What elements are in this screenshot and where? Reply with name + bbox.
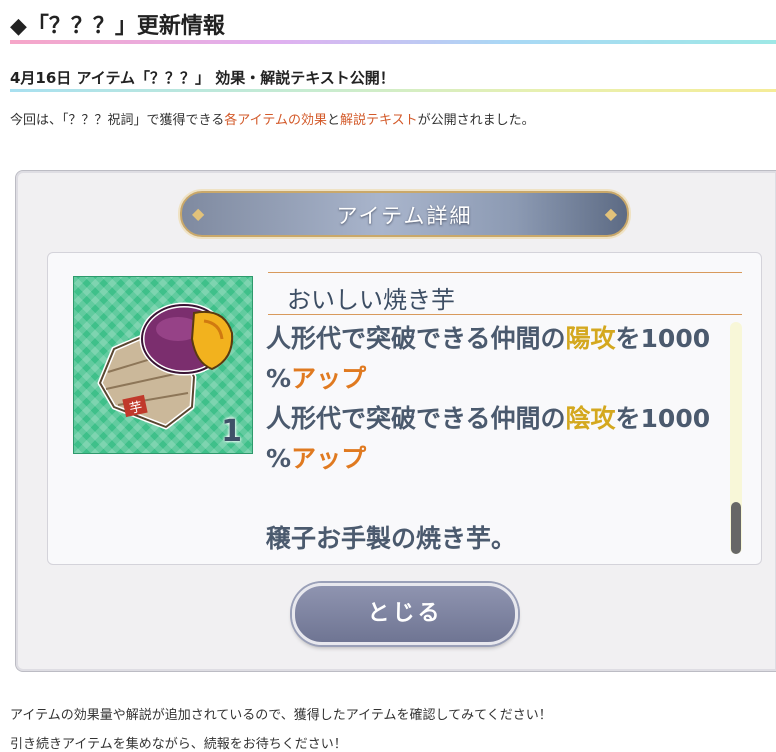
effect2-suffix: を1000 (615, 404, 711, 433)
banner-title: アイテム詳細 (336, 204, 473, 228)
scrollbar-thumb[interactable] (731, 502, 741, 554)
name-divider-top (268, 272, 742, 273)
flavor-text: 穣子お手製の焼き芋。 (266, 524, 517, 553)
intro-after: が公開されました。 (417, 113, 535, 128)
effect-line-2b: %アップ (266, 439, 726, 479)
heading-underline (10, 40, 776, 44)
item-name: おいしい焼き芋 (287, 286, 455, 314)
effect-line-2: 人形代で突破できる仲間の陰攻を1000 (266, 399, 726, 439)
effect2-tail: アップ (291, 444, 367, 473)
effect2-prefix: 人形代で突破できる仲間の (266, 404, 566, 433)
item-description: 人形代で突破できる仲間の陽攻を1000 %アップ 人形代で突破できる仲間の陰攻を… (266, 319, 726, 559)
intro-highlight-effects: 各アイテムの効果 (224, 113, 327, 128)
close-button[interactable]: とじる (292, 583, 518, 645)
footer-text-1: アイテムの効果量や解説が追加されているので、獲得したアイテムを確認してみてくださ… (10, 708, 552, 723)
effect1-unit: % (266, 364, 292, 393)
intro-middle: と (326, 113, 340, 128)
section-underline (10, 89, 776, 92)
diamond-right-icon: ◆ (604, 204, 617, 223)
intro-before: 今回は、「？？？祝詞」で獲得できる (10, 113, 225, 128)
name-divider-bottom (268, 314, 742, 315)
item-thumbnail: 芋 1 (73, 276, 253, 454)
effect-line-1b: %アップ (266, 359, 726, 399)
section-heading: 4月16日 アイテム「？？？」 効果・解説テキスト公開！ (10, 69, 395, 87)
footer-text-2: 引き続きアイテムを集めながら、続報をお待ちください！ (10, 737, 347, 752)
effect2-attribute: 陰攻 (565, 404, 616, 433)
page-heading: ◆「？？？」更新情報 (10, 14, 225, 39)
item-detail-banner: ◆ アイテム詳細 ◆ (180, 191, 629, 237)
item-count: 1 (221, 414, 242, 449)
effect1-tail: アップ (291, 364, 367, 393)
effect-line-1: 人形代で突破できる仲間の陽攻を1000 (266, 319, 726, 359)
effect1-suffix: を1000 (615, 324, 711, 353)
effect1-attribute: 陽攻 (565, 324, 616, 353)
intro-text: 今回は、「？？？祝詞」で獲得できる各アイテムの効果と解説テキストが公開されました… (10, 109, 535, 128)
effect1-prefix: 人形代で突破できる仲間の (266, 324, 566, 353)
intro-highlight-text: 解説テキスト (339, 113, 418, 128)
effect2-unit: % (266, 444, 292, 473)
